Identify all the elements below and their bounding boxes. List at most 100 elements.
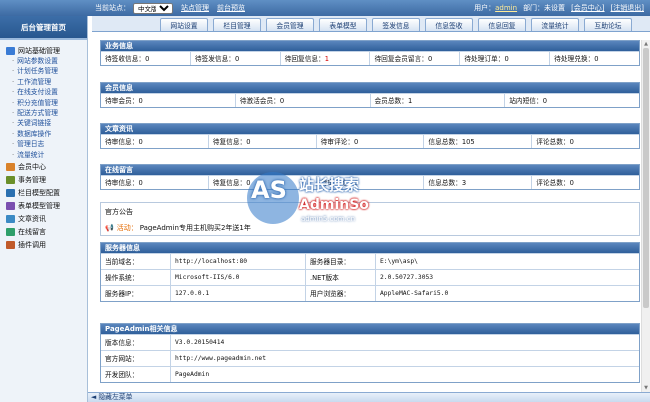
server-value: Microsoft-IIS/6.0	[171, 270, 306, 285]
sidebar-item[interactable]: 网站参数设置	[0, 56, 87, 66]
stat-cell: 待复信息：0	[209, 176, 317, 189]
scroll-up-icon[interactable]: ▲	[643, 41, 649, 47]
stat-label: 待审信息：	[105, 138, 139, 146]
tab-7[interactable]: 信息回复	[478, 18, 526, 31]
tab-2[interactable]: 栏目管理	[213, 18, 261, 31]
stat-value: 0	[138, 97, 143, 105]
sidebar-item[interactable]: 配送方式管理	[0, 108, 87, 118]
notice-text[interactable]: PageAdmin专用主机购买2年送1年	[140, 223, 251, 233]
articles-row: 待审信息：0 待复信息：0 待审评论：0 信息总数：105 评论总数：0	[101, 134, 639, 148]
stat-label: 待审评论：	[320, 138, 355, 146]
business-section: 业务信息 待签收信息：0 待签发信息：0 待回复信息：1 待回复会员留言：0 待处理订单…	[100, 40, 640, 66]
stat-value: 0	[504, 55, 509, 63]
stat-label: 待回复会员留言：	[374, 55, 428, 63]
sidebar-item[interactable]: 管理日志	[0, 139, 87, 149]
stat-label: 待签发信息：	[194, 55, 235, 63]
stat-label: 信息总数：	[428, 138, 462, 146]
megaphone-icon: 📢	[105, 224, 114, 232]
notice-item[interactable]: 📢 活动： PageAdmin专用主机购买2年送1年	[101, 217, 639, 233]
sidebar-item[interactable]: 积分充值管理	[0, 98, 87, 108]
stat-cell: 待复信息：0	[209, 135, 317, 148]
sidebar-group-label: 栏目模型配置	[18, 189, 60, 198]
server-value: http://localhost:80	[171, 254, 306, 269]
sidebar: 后台管理首页 网站基础管理网站参数设置计划任务管理工作流管理在线支付设置积分充值…	[0, 16, 88, 402]
nav-tabs: 网站设置 栏目管理 会员管理 表单模型 签发信息 信息签收 信息回复 流量统计 互助论坛	[92, 16, 650, 32]
stat-cell: 待审会员：0	[101, 94, 236, 107]
hide-menu-bar[interactable]: ◄ 隐藏左菜单	[88, 392, 650, 402]
stat-value: 0	[542, 97, 547, 105]
sidebar-group[interactable]: 表单模型管理	[0, 201, 87, 212]
section-title: 会员信息	[101, 83, 639, 93]
notice-title: 官方公告	[105, 208, 133, 216]
sidebar-item[interactable]: 在线支付设置	[0, 87, 87, 97]
stat-label: 待复信息：	[212, 179, 247, 187]
stat-label: 待处理订单：	[464, 55, 505, 63]
pageadmin-row: 开发团队： PageAdmin	[101, 366, 639, 382]
server-value: E:\ym\asp\	[380, 258, 418, 265]
stat-value: 0	[138, 179, 143, 187]
grid-icon	[6, 189, 15, 198]
server-row: 操作系统： Microsoft-IIS/6.0 .NET版本 2.0.50727.30…	[101, 269, 639, 285]
section-title: 文章资讯	[101, 124, 639, 134]
sidebar-group-label: 会员中心	[18, 163, 46, 172]
user-name[interactable]: admin	[495, 4, 517, 12]
sidebar-item[interactable]: 工作流管理	[0, 77, 87, 87]
pageadmin-section: PageAdmin相关信息 版本信息： V3.0.20150414 官方网站： htt…	[100, 323, 640, 383]
sidebar-group[interactable]: 栏目模型配置	[0, 188, 87, 199]
stat-value: 0	[246, 138, 251, 146]
member-center-link[interactable]: [会员中心]	[571, 3, 604, 13]
task-icon	[6, 176, 15, 185]
app-root: 当前站点： 中文版 站点管理 前台预览 用户：admin 部门：未设置 [会员中…	[0, 0, 650, 402]
stat-value[interactable]: 1	[325, 55, 329, 63]
sidebar-item[interactable]: 计划任务管理	[0, 66, 87, 76]
preview-link[interactable]: 前台预览	[217, 3, 245, 13]
stat-value: 0	[234, 55, 240, 63]
stat-label: 待处理兑换：	[554, 55, 595, 63]
user-area: 用户：admin 部门：未设置 [会员中心] [注销退出]	[474, 3, 644, 13]
sidebar-group[interactable]: 会员中心	[0, 162, 87, 173]
stat-cell: 待签发信息：0	[191, 52, 281, 65]
tab-3[interactable]: 会员管理	[266, 18, 314, 31]
vertical-scrollbar[interactable]: ▲ ▼	[641, 40, 650, 392]
section-title: PageAdmin相关信息	[101, 324, 639, 334]
tab-8[interactable]: 流量统计	[531, 18, 579, 31]
pageadmin-value[interactable]: http://www.pageadmin.net	[171, 351, 639, 366]
scroll-thumb[interactable]	[643, 48, 649, 308]
server-key: .NET版本	[306, 270, 376, 285]
pageadmin-value: PageAdmin	[175, 371, 210, 378]
section-title: 业务信息	[101, 41, 639, 51]
pageadmin-key: 开发团队：	[101, 367, 171, 382]
stat-label: 评论总数：	[536, 138, 570, 146]
site-select[interactable]: 中文版	[133, 2, 173, 14]
sidebar-group[interactable]: 在线留言	[0, 227, 87, 238]
sidebar-item[interactable]: 流量统计	[0, 150, 87, 160]
sidebar-item[interactable]: 数据库操作	[0, 129, 87, 139]
stat-cell: 待处理兑换：0	[550, 52, 639, 65]
sidebar-group[interactable]: 插件调用	[0, 240, 87, 251]
tab-1[interactable]: 网站设置	[160, 18, 208, 31]
tab-4[interactable]: 表单模型	[319, 18, 367, 31]
stat-cell: 评论总数：0	[532, 176, 639, 189]
top-bar: 当前站点： 中文版 站点管理 前台预览 用户：admin 部门：未设置 [会员中…	[0, 0, 650, 16]
stat-label: 待审评论：	[320, 179, 355, 187]
scroll-down-icon[interactable]: ▼	[643, 385, 649, 391]
sidebar-group[interactable]: 事务管理	[0, 175, 87, 186]
sidebar-group[interactable]: 文章资讯	[0, 214, 87, 225]
stat-cell: 待回复会员留言：0	[370, 52, 461, 65]
pageadmin-row: 官方网站： http://www.pageadmin.net	[101, 350, 639, 366]
site-manage-link[interactable]: 站点管理	[181, 3, 209, 13]
tab-6[interactable]: 信息签收	[425, 18, 473, 31]
stat-cell: 待处理订单：0	[460, 52, 551, 65]
tab-5[interactable]: 签发信息	[372, 18, 420, 31]
pageadmin-rows: 版本信息： V3.0.20150414 官方网站： http://www.pagead…	[101, 334, 639, 382]
server-key: 操作系统：	[101, 270, 171, 285]
sidebar-title[interactable]: 后台管理首页	[0, 16, 87, 40]
logout-link[interactable]: [注销退出]	[611, 3, 644, 13]
stat-label: 待审信息：	[105, 179, 139, 187]
stat-cell: 待审评论：0	[317, 176, 425, 189]
server-value: 2.0.50727.3053	[380, 274, 434, 281]
sidebar-group[interactable]: 网站基础管理	[0, 45, 87, 56]
tab-9[interactable]: 互助论坛	[584, 18, 632, 31]
sidebar-item[interactable]: 关键词链接	[0, 118, 87, 128]
dept-label: 部门：未设置	[523, 4, 566, 12]
